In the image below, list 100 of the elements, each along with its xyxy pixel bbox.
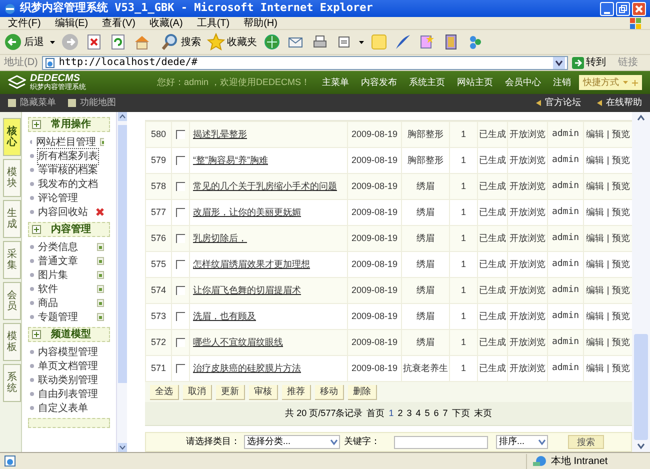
menu-item[interactable]: 查看(V)	[102, 16, 136, 30]
checkbox[interactable]	[176, 130, 185, 139]
side-tab[interactable]: 模块	[3, 159, 21, 197]
edit-link[interactable]: 编辑	[586, 233, 604, 243]
pencil-star-icon[interactable]	[418, 33, 436, 51]
menu-link[interactable]: 自定义表单	[37, 400, 89, 416]
preview-link[interactable]: 预览	[612, 181, 630, 191]
title-link[interactable]: 乳房切除后，	[193, 233, 247, 244]
page-link[interactable]: 末页	[474, 406, 492, 420]
address-field[interactable]: http://localhost/dede/#	[42, 56, 568, 70]
scroll-thumb[interactable]	[634, 334, 648, 440]
checkbox[interactable]	[176, 234, 185, 243]
side-tab[interactable]: 采集	[3, 241, 21, 279]
delete-icon[interactable]	[96, 208, 104, 216]
menu-link[interactable]: 网站栏目管理	[35, 134, 98, 150]
preview-link[interactable]: 预览	[612, 311, 630, 321]
edit-link[interactable]: 编辑	[586, 285, 604, 295]
page-link[interactable]: 下页	[452, 406, 470, 420]
title-link[interactable]: “整”胸容易“养”胸难	[193, 155, 268, 166]
preview-link[interactable]: 预览	[612, 207, 630, 217]
order-select[interactable]: 排序...	[496, 435, 548, 449]
menu-link[interactable]: 评论管理	[37, 190, 79, 206]
action-button[interactable]: 删除	[348, 384, 377, 400]
side-tab[interactable]: 系统	[3, 364, 21, 402]
subnav-link[interactable]: 功能地图	[68, 96, 116, 110]
globe-icon[interactable]	[263, 33, 281, 51]
search-button[interactable]: 搜索	[568, 435, 604, 449]
nav-link[interactable]: 注销	[553, 76, 571, 90]
menu-item[interactable]: 文件(F)	[8, 16, 41, 30]
dropdown-icon[interactable]	[553, 56, 565, 68]
edit-link[interactable]: 编辑	[586, 259, 604, 269]
page-link[interactable]: 1	[388, 406, 394, 420]
page-link[interactable]: 6	[434, 406, 439, 420]
side-tab[interactable]: 模板	[3, 323, 21, 361]
menu-link[interactable]: 所有档案列表	[37, 148, 99, 164]
menu-link[interactable]: 分类信息	[37, 238, 79, 256]
edit-link[interactable]: 编辑	[586, 337, 604, 347]
preview-link[interactable]: 预览	[612, 285, 630, 295]
maximize-button[interactable]	[616, 2, 630, 16]
page-link[interactable]: 4	[416, 406, 421, 420]
preview-link[interactable]: 预览	[612, 233, 630, 243]
menu-link[interactable]: 联动类别管理	[37, 372, 99, 388]
preview-link[interactable]: 预览	[612, 363, 630, 373]
side-tab[interactable]: 核心	[3, 118, 21, 156]
section-header[interactable]: 内容管理	[28, 222, 110, 237]
action-button[interactable]: 取消	[183, 384, 212, 400]
preview-link[interactable]: 预览	[612, 259, 630, 269]
home-icon[interactable]	[133, 33, 151, 51]
minimize-button[interactable]	[600, 2, 614, 16]
checkbox[interactable]	[176, 182, 185, 191]
menu-link[interactable]: 自由列表管理	[37, 386, 99, 402]
refresh-icon[interactable]	[109, 33, 127, 51]
menu-link[interactable]: 单页文档管理	[37, 358, 99, 374]
section-header[interactable]: 常用操作	[28, 117, 110, 132]
menu-link[interactable]: 软件	[37, 280, 59, 298]
menu-link[interactable]: 图片集	[37, 266, 69, 284]
keyword-field[interactable]	[394, 436, 488, 448]
scroll-thumb[interactable]	[118, 125, 126, 383]
menu-link[interactable]: 我发布的文档	[37, 176, 99, 192]
dropdown-icon[interactable]	[359, 40, 364, 44]
subnav-link[interactable]: 官方论坛	[536, 96, 581, 110]
action-button[interactable]: 更新	[216, 384, 245, 400]
edit-link[interactable]: 编辑	[586, 207, 604, 217]
document-icon[interactable]	[100, 138, 104, 146]
page-link[interactable]: 7	[442, 406, 448, 420]
action-button[interactable]: 移动	[315, 384, 344, 400]
feather-icon[interactable]	[394, 33, 412, 51]
page-link[interactable]: 3	[406, 406, 412, 420]
dropdown-icon[interactable]	[50, 40, 55, 44]
back-button[interactable]: 后退	[4, 33, 44, 51]
title-link[interactable]: 揭述乳晕整形	[193, 129, 247, 140]
go-button[interactable]: 转到	[572, 55, 606, 70]
subnav-link[interactable]: 在线帮助	[597, 96, 642, 110]
checkbox[interactable]	[176, 338, 185, 347]
side-tab[interactable]: 生成	[3, 200, 21, 238]
edit-link[interactable]: 编辑	[586, 363, 604, 373]
category-select[interactable]: 选择分类...	[244, 435, 340, 449]
page-link[interactable]: 首页	[366, 406, 385, 420]
menu-item[interactable]: 工具(T)	[196, 16, 230, 30]
menu-link[interactable]: 专题管理	[37, 308, 79, 326]
page-link[interactable]: 5	[424, 406, 430, 420]
favorites-button[interactable]: 收藏夹	[207, 33, 257, 51]
search-button[interactable]: 搜索	[161, 33, 201, 51]
preview-link[interactable]: 预览	[612, 155, 630, 165]
stop-icon[interactable]	[85, 33, 103, 51]
edit-link[interactable]: 编辑	[586, 155, 604, 165]
preview-link[interactable]: 预览	[612, 129, 630, 139]
edit-link[interactable]: 编辑	[586, 181, 604, 191]
side-tab[interactable]: 会员	[3, 282, 21, 320]
shortcut-button[interactable]: 快捷方式	[579, 75, 642, 90]
nav-link[interactable]: 系统主页	[409, 76, 445, 90]
scrollbar[interactable]	[632, 112, 650, 452]
menu-link[interactable]: 等审核的档案	[37, 162, 99, 178]
page-link[interactable]: 2	[398, 406, 403, 420]
menu-link[interactable]: 内容回收站	[37, 204, 89, 220]
section-header[interactable]: 频道模型	[28, 327, 110, 342]
close-button[interactable]	[632, 2, 646, 16]
nav-link[interactable]: 会员中心	[505, 76, 541, 90]
menu-item[interactable]: 收藏(A)	[149, 16, 183, 30]
menu-item[interactable]: 帮助(H)	[244, 16, 278, 30]
